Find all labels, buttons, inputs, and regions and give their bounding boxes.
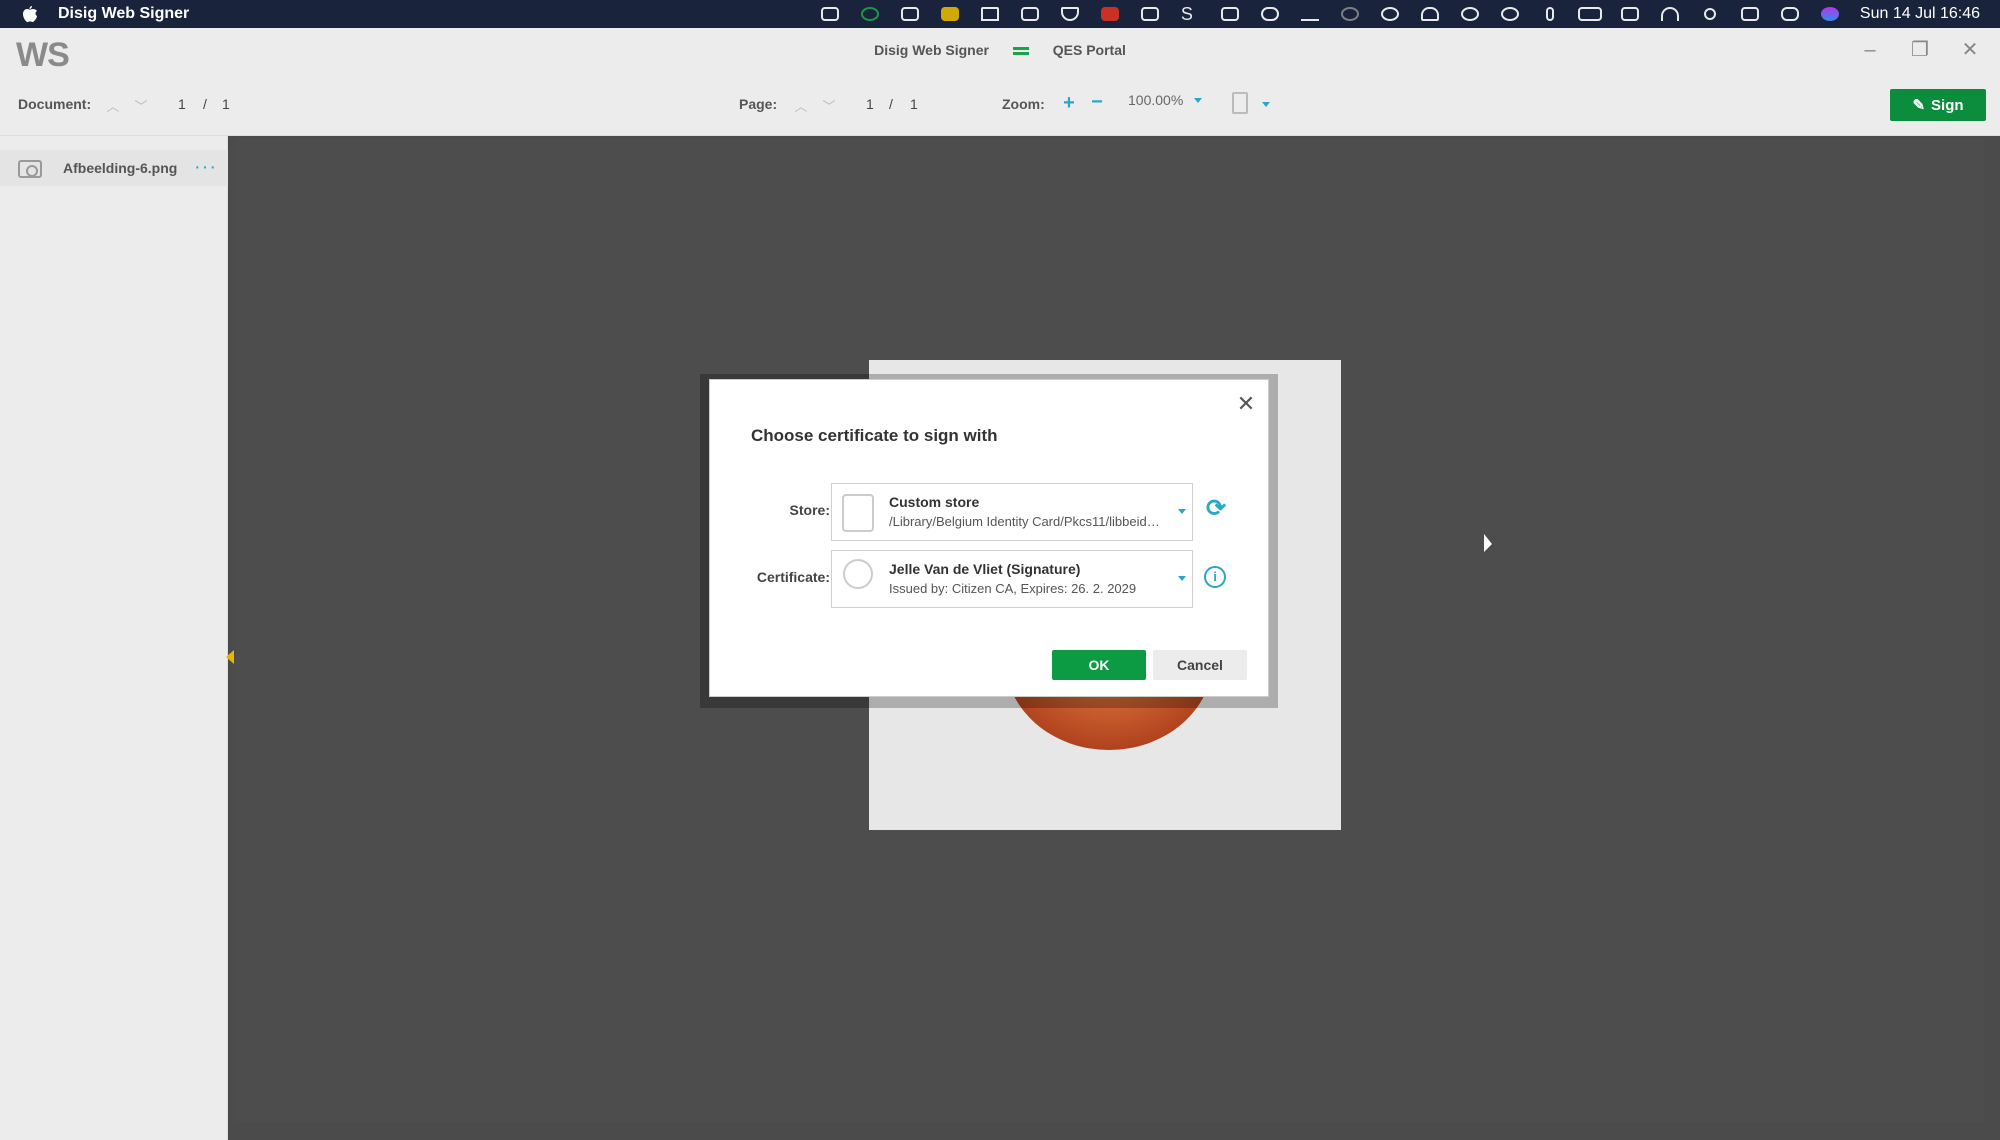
page-label: Page: [739,96,778,112]
window-title-left: Disig Web Signer [874,42,989,58]
page-view-dropdown-icon[interactable] [1262,102,1270,107]
status-bar: S Sun 14 Jul 16:46 [810,0,2000,28]
page-next-icon[interactable]: ﹀ [820,96,838,114]
headphones-icon[interactable] [1410,0,1450,28]
s-icon[interactable]: S [1170,0,1210,28]
toolbar: Document: ︿ ﹀ 1 / 1 Page: ︿ ﹀ 1 / 1 Zoom… [0,72,2000,136]
page-view-icon[interactable] [1232,92,1248,114]
moon-icon[interactable] [1330,0,1370,28]
accessibility-icon[interactable] [1490,0,1530,28]
zoom-out-icon[interactable]: − [1088,91,1106,113]
document-total: 1 [222,96,230,112]
page-current[interactable]: 1 [866,96,874,112]
control-center-icon[interactable] [1770,0,1810,28]
info-icon[interactable]: i [1204,566,1226,588]
battery-icon[interactable] [1570,0,1610,28]
collapse-sidebar-icon[interactable] [226,650,234,664]
store-select[interactable]: Custom store /Library/Belgium Identity C… [831,483,1193,541]
vlc-icon[interactable] [970,0,1010,28]
app-menu-name[interactable]: Disig Web Signer [58,5,189,23]
certificate-label: Certificate: [756,569,830,585]
certificate-badge-icon [843,559,873,589]
store-name: Custom store [889,494,980,510]
zoom-label: Zoom: [1002,96,1045,112]
refresh-icon[interactable]: ⟳ [1204,497,1228,521]
chevron-down-icon [1178,509,1186,514]
play-icon[interactable] [1370,0,1410,28]
dollar-icon[interactable] [850,0,890,28]
menu-bar: Disig Web Signer S Sun 14 Jul 16:46 [0,0,2000,28]
file-list-item[interactable]: Afbeelding-6.png ··· [0,150,228,186]
apple-icon[interactable] [20,4,40,24]
certificate-details: Issued by: Citizen CA, Expires: 26. 2. 2… [889,581,1137,596]
sign-button[interactable]: ✎ Sign [1890,89,1986,121]
window-title-right: QES Portal [1052,42,1126,58]
page-separator: / [889,96,893,112]
restore-icon[interactable]: ❐ [1910,40,1930,60]
tag-icon[interactable] [1010,0,1050,28]
file-name: Afbeelding-6.png [63,160,178,176]
store-label: Store: [789,502,830,518]
widgets-icon[interactable] [1210,0,1250,28]
dialog-title: Choose certificate to sign with [751,426,998,445]
chevron-down-icon [1194,98,1202,103]
certificate-dialog: ✕ Choose certificate to sign with Store:… [709,379,1269,697]
keyboard-icon[interactable] [1730,0,1770,28]
creative-cloud-icon[interactable] [810,0,850,28]
zoom-in-icon[interactable]: + [1060,92,1078,114]
document-label: Document: [18,96,92,112]
document-next-icon[interactable]: ﹀ [132,96,150,114]
close-window-icon[interactable]: ✕ [1960,40,1980,60]
search-icon[interactable] [1690,0,1730,28]
zoom-value: 100.00% [1128,92,1184,108]
window-title: Disig Web Signer QES Portal [0,42,2000,58]
page-total: 1 [910,96,918,112]
mouse-cursor [1484,534,1492,552]
ws-icon[interactable] [930,0,970,28]
more-options-icon[interactable]: ··· [194,156,217,179]
shield-icon[interactable] [1050,0,1090,28]
download-icon[interactable] [1130,0,1170,28]
minimize-icon[interactable]: – [1860,40,1880,60]
document-current[interactable]: 1 [178,96,186,112]
display-icon[interactable] [1610,0,1650,28]
page-prev-icon[interactable]: ︿ [792,96,810,114]
cancel-button[interactable]: Cancel [1153,650,1247,680]
menu-bar-clock[interactable]: Sun 14 Jul 16:46 [1860,5,1980,23]
bluetooth-icon[interactable] [1530,0,1570,28]
box-icon[interactable] [890,0,930,28]
time-machine-icon[interactable] [1450,0,1490,28]
title-bar: WS Disig Web Signer QES Portal – ❐ ✕ [0,28,2000,74]
certificate-name: Jelle Van de Vliet (Signature) [889,561,1081,577]
pencil-icon: ✎ [1912,97,1926,114]
chevron-down-icon [1178,576,1186,581]
sign-button-label: Sign [1931,96,1964,114]
wifi-icon[interactable] [1650,0,1690,28]
document-prev-icon[interactable]: ︿ [104,96,122,114]
camera-icon [18,160,42,178]
store-path: /Library/Belgium Identity Card/Pkcs11/li… [889,514,1160,529]
document-sidebar: Afbeelding-6.png ··· [0,136,228,1140]
pdf-icon[interactable] [1090,0,1130,28]
close-icon[interactable]: ✕ [1234,392,1258,416]
cloud-icon[interactable] [1250,0,1290,28]
zoom-select[interactable]: 100.00% [1128,92,1208,114]
document-separator: / [203,96,207,112]
signature-icon[interactable] [1290,0,1330,28]
equals-icon [1012,47,1029,56]
siri-icon[interactable] [1810,0,1850,28]
certificate-select[interactable]: Jelle Van de Vliet (Signature) Issued by… [831,550,1193,608]
ok-button[interactable]: OK [1052,650,1146,680]
chip-card-icon [842,494,874,532]
